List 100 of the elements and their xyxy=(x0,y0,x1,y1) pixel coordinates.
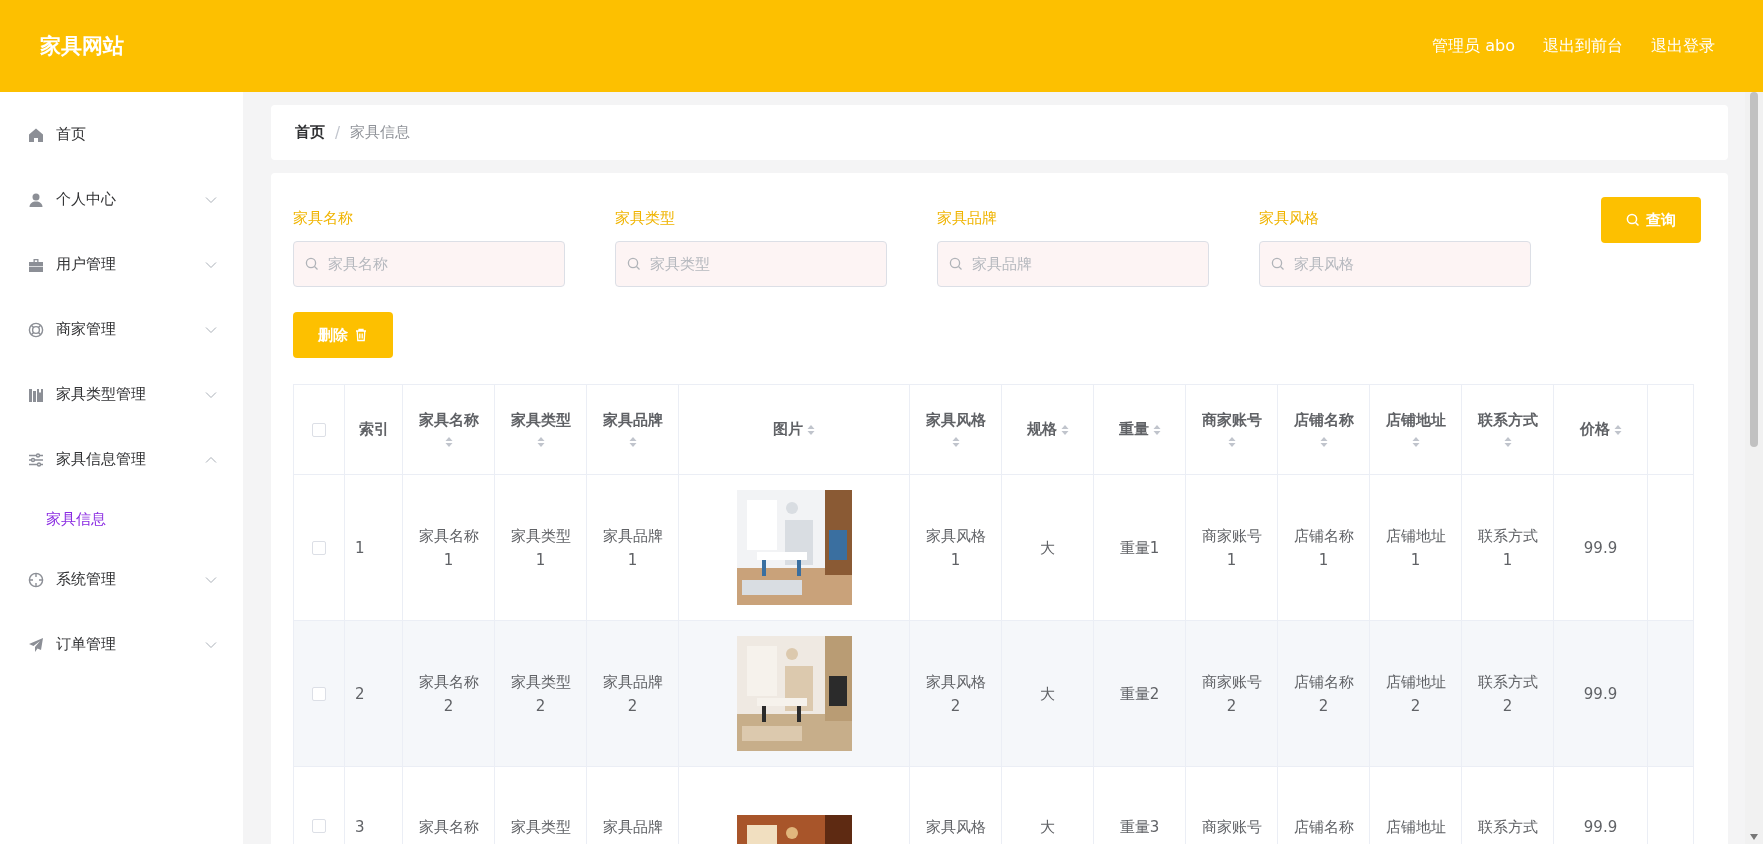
sort-icon[interactable] xyxy=(1060,423,1069,436)
menu-item[interactable]: 系统管理 xyxy=(0,547,243,612)
column-header[interactable]: 索引 xyxy=(358,420,389,439)
menu-label: 用户管理 xyxy=(56,255,117,274)
field-label: 家具品牌 xyxy=(937,209,998,229)
table-cell-text: 家具品牌 1 xyxy=(602,525,663,571)
table-cell-text: 家具风格 2 xyxy=(925,671,986,717)
menu-item[interactable]: 用户管理 xyxy=(0,232,243,297)
sort-icon[interactable] xyxy=(951,436,960,448)
table-cell-text: 大 xyxy=(1040,537,1055,559)
row-checkbox[interactable] xyxy=(312,540,326,555)
table-cell-text: 店铺地址 xyxy=(1385,817,1446,838)
table-cell-text: 商家账号 2 xyxy=(1201,671,1262,717)
row-checkbox[interactable] xyxy=(312,686,326,701)
table-cell-text: 店铺地址 2 xyxy=(1385,671,1446,717)
column-header[interactable]: 家具类型 xyxy=(510,411,571,430)
menu-item[interactable]: 家具类型管理 xyxy=(0,362,243,427)
field-label: 家具风格 xyxy=(1259,209,1320,229)
search-icon xyxy=(1271,257,1285,271)
submenu-item[interactable]: 家具信息 xyxy=(0,492,243,547)
sort-icon[interactable] xyxy=(444,436,453,448)
sort-icon[interactable] xyxy=(1227,436,1236,448)
scrollbar[interactable] xyxy=(1745,92,1763,844)
column-header[interactable]: 家具风格 xyxy=(925,411,986,430)
sort-icon[interactable] xyxy=(1411,436,1420,448)
table-cell-text: 家具品牌 xyxy=(602,817,663,838)
search-icon xyxy=(949,257,963,271)
sort-icon[interactable] xyxy=(1503,436,1512,448)
table-cell-text: 重量3 xyxy=(1119,817,1160,838)
table-cell-text: 大 xyxy=(1040,683,1055,705)
table-cell-text: 店铺地址 1 xyxy=(1385,525,1446,571)
search-field[interactable]: 家具类型 xyxy=(615,241,887,287)
table-cell-text: 联系方式 1 xyxy=(1477,525,1538,571)
home-icon xyxy=(28,126,44,143)
menu-label: 首页 xyxy=(56,125,87,144)
column-header[interactable]: 价格 xyxy=(1579,420,1610,439)
search-field[interactable]: 家具风格 xyxy=(1259,241,1531,287)
ring-icon xyxy=(28,321,44,338)
menu-item[interactable]: 家具信息管理 xyxy=(0,427,243,492)
table-cell-text: 联系方式 xyxy=(1477,817,1538,838)
search-icon xyxy=(305,257,319,271)
scroll-down-icon[interactable] xyxy=(1750,834,1758,840)
sort-icon[interactable] xyxy=(807,423,815,436)
trash-icon xyxy=(354,328,368,342)
select-all-checkbox[interactable] xyxy=(312,422,326,437)
sort-icon[interactable] xyxy=(1613,423,1622,436)
breadcrumb-item[interactable]: 首页 xyxy=(295,123,325,142)
menu-label: 商家管理 xyxy=(56,320,117,339)
column-header[interactable]: 商家账号 xyxy=(1201,411,1262,430)
sort-icon[interactable] xyxy=(1319,436,1328,448)
plane-icon xyxy=(28,636,44,653)
case-icon xyxy=(28,256,44,273)
table-cell-text: 家具风格 1 xyxy=(925,525,986,571)
table-cell-text: 家具类型 1 xyxy=(510,525,571,571)
table-cell-text: 联系方式 2 xyxy=(1477,671,1538,717)
table-cell-text: 99.9 xyxy=(1583,537,1618,559)
search-field[interactable]: 家具品牌 xyxy=(937,241,1209,287)
table-cell-text: 家具品牌 2 xyxy=(602,671,663,717)
table-cell-text: 99.9 xyxy=(1583,683,1618,705)
menu-item[interactable]: 个人中心 xyxy=(0,167,243,232)
sort-icon[interactable] xyxy=(536,436,545,448)
search-field[interactable]: 家具名称 xyxy=(293,241,565,287)
table-cell-text: 商家账号 1 xyxy=(1201,525,1262,571)
target-icon xyxy=(28,571,44,588)
search-icon xyxy=(627,257,641,271)
table-cell-text: 店铺名称 2 xyxy=(1293,671,1354,717)
column-header[interactable]: 家具品牌 xyxy=(602,411,663,430)
table-cell-text: 商家账号 xyxy=(1201,817,1262,838)
column-header[interactable]: 重量 xyxy=(1118,420,1149,439)
column-header[interactable]: 家具名称 xyxy=(418,411,479,430)
table-cell-text: 3 xyxy=(355,817,365,838)
table-cell-text: 家具类型 2 xyxy=(510,671,571,717)
column-header[interactable]: 店铺名称 xyxy=(1293,411,1354,430)
table-cell-text: 大 xyxy=(1040,817,1055,838)
column-header[interactable]: 图片 xyxy=(773,420,803,439)
table-cell-text: 家具名称 1 xyxy=(418,525,479,571)
table-cell-text: 家具名称 2 xyxy=(418,671,479,717)
column-header[interactable]: 联系方式 xyxy=(1477,411,1538,430)
table-cell-text: 99.9 xyxy=(1583,817,1618,838)
menu-label: 家具类型管理 xyxy=(56,385,147,404)
column-header[interactable]: 店铺地址 xyxy=(1385,411,1446,430)
breadcrumb-separator: / xyxy=(335,123,341,142)
scrollbar-thumb[interactable] xyxy=(1750,92,1758,447)
table-cell-text: 家具风格 xyxy=(925,817,986,838)
table-cell-text: 重量2 xyxy=(1119,683,1160,705)
menu-item[interactable]: 订单管理 xyxy=(0,612,243,677)
table-cell-text: 家具类型 xyxy=(510,817,571,838)
table-cell-text: 2 xyxy=(355,683,365,705)
menu-item[interactable]: 首页 xyxy=(0,102,243,167)
menu-label: 订单管理 xyxy=(56,635,117,654)
table-cell-text: 家具名称 xyxy=(418,817,479,838)
column-header[interactable]: 规格 xyxy=(1026,420,1057,439)
menu-item[interactable]: 商家管理 xyxy=(0,297,243,362)
search-icon xyxy=(1626,213,1640,227)
sort-icon[interactable] xyxy=(1152,423,1161,436)
site-title: 家具网站 xyxy=(40,33,124,60)
row-checkbox[interactable] xyxy=(312,819,326,833)
sort-icon[interactable] xyxy=(628,436,637,448)
menu-label: 个人中心 xyxy=(56,190,117,209)
table-cell-text: 1 xyxy=(355,537,365,559)
